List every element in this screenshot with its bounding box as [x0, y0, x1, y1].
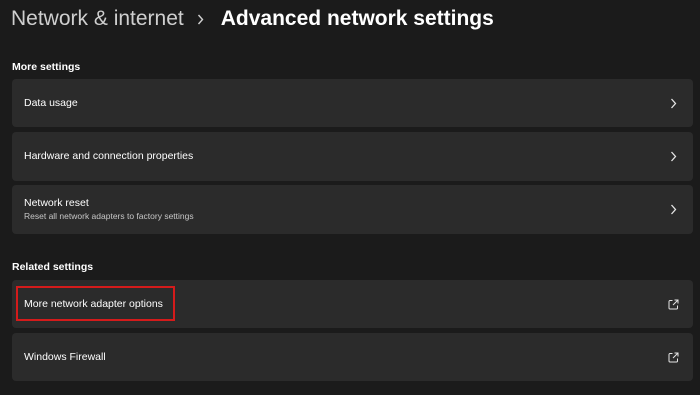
chevron-right-icon: [667, 151, 679, 163]
advanced-network-settings-page: Network & internet Advanced network sett…: [0, 0, 700, 395]
chevron-right-icon: [667, 97, 679, 109]
open-external-icon: [667, 298, 679, 310]
network-reset-item[interactable]: Network reset Reset all network adapters…: [12, 185, 693, 234]
hardware-connection-properties-item[interactable]: Hardware and connection properties: [12, 132, 693, 181]
windows-firewall-label: Windows Firewall: [24, 350, 106, 363]
network-reset-description: Reset all network adapters to factory se…: [24, 211, 194, 221]
more-network-adapter-options-item[interactable]: More network adapter options: [12, 280, 693, 328]
section-title-more-settings: More settings: [12, 61, 81, 73]
more-network-adapter-options-label: More network adapter options: [24, 297, 163, 310]
breadcrumb-separator-icon: [196, 12, 206, 26]
windows-firewall-item[interactable]: Windows Firewall: [12, 333, 693, 381]
chevron-right-icon: [667, 204, 679, 216]
page-title: Advanced network settings: [220, 7, 494, 30]
hardware-connection-properties-label: Hardware and connection properties: [24, 150, 194, 162]
breadcrumb-parent-link[interactable]: Network & internet: [11, 7, 184, 31]
network-reset-label: Network reset: [24, 197, 89, 209]
data-usage-label: Data usage: [24, 96, 78, 109]
section-title-related-settings: Related settings: [12, 261, 94, 273]
breadcrumb: Network & internet Advanced network sett…: [11, 4, 494, 34]
open-external-icon: [667, 351, 679, 363]
data-usage-item[interactable]: Data usage: [12, 79, 693, 127]
